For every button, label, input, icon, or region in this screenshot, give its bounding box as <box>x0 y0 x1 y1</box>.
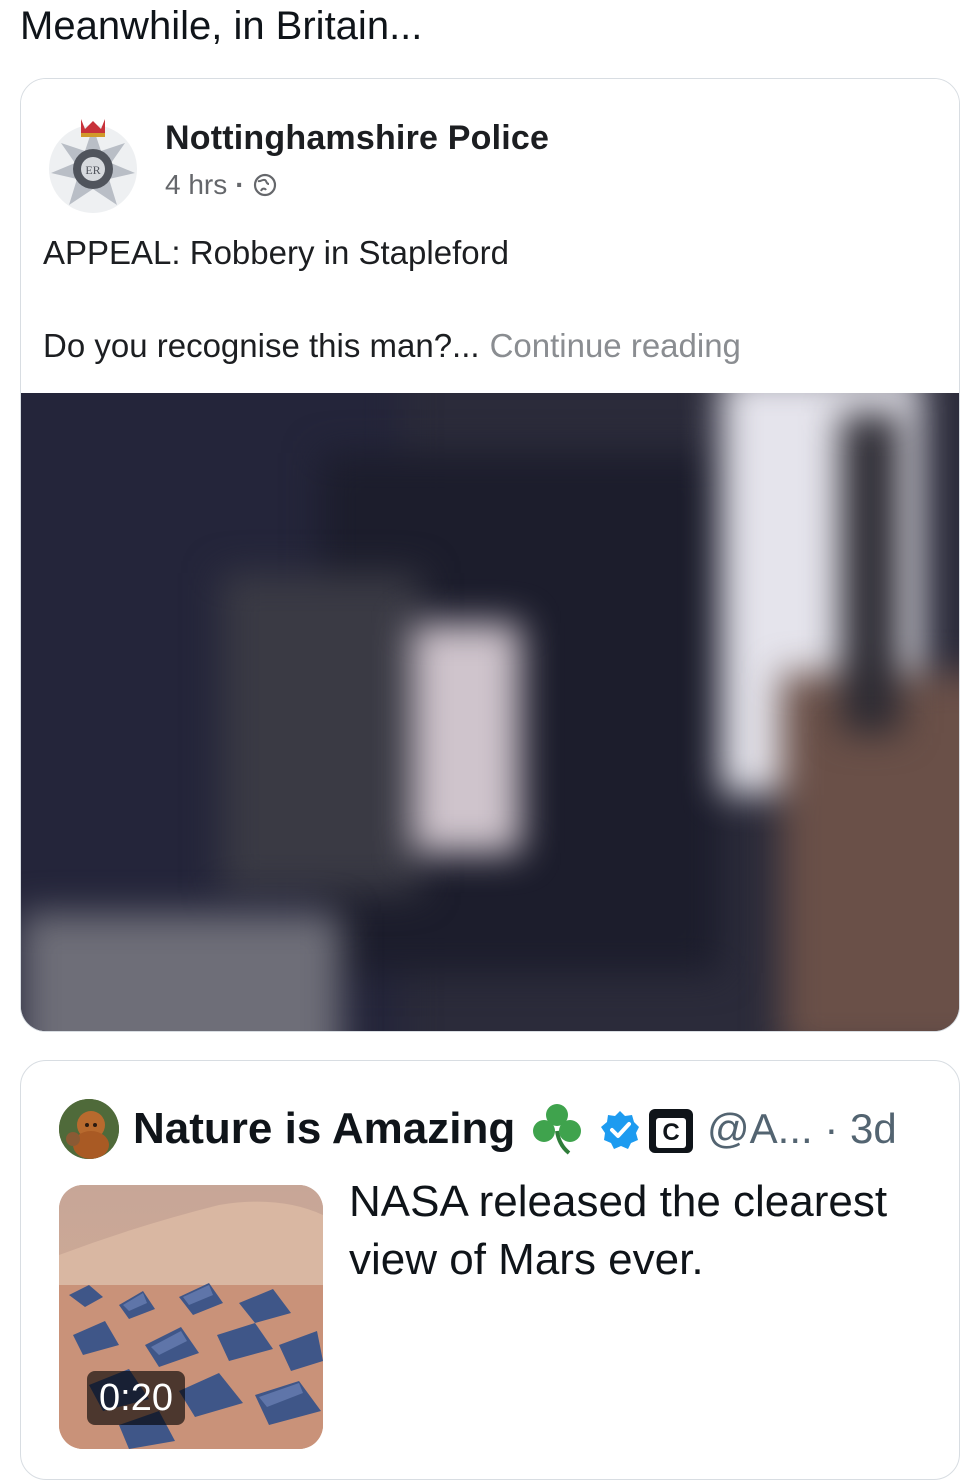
page-name[interactable]: Nottinghamshire Police <box>165 119 549 158</box>
quoted-tweet-text: NASA released the clearest view of Mars … <box>349 1177 888 1284</box>
quoted-tweet[interactable]: Nature is Amazing C @A... · 3d 0:20 NASA… <box>20 1060 960 1480</box>
police-crest-icon: ER <box>49 119 137 213</box>
avatar[interactable] <box>59 1099 119 1159</box>
continue-reading-link[interactable]: Continue reading <box>490 327 741 364</box>
globe-icon <box>253 173 276 197</box>
affiliate-badge-icon[interactable]: C <box>649 1109 693 1153</box>
svg-text:ER: ER <box>85 163 100 177</box>
post-body: Do you recognise this man?... Continue re… <box>43 327 741 365</box>
post-body-text: Do you recognise this man?... <box>43 327 480 364</box>
shamrock-icon <box>533 1104 581 1155</box>
meta-separator: · <box>235 169 245 200</box>
facebook-post-header: ER Nottinghamshire Police 4 hrs · APPEAL… <box>21 79 959 393</box>
verified-badge-icon[interactable] <box>599 1109 641 1151</box>
post-headline: APPEAL: Robbery in Stapleford <box>43 234 509 271</box>
post-meta: 4 hrs · <box>165 169 277 201</box>
video-thumbnail[interactable]: 0:20 <box>59 1185 323 1449</box>
handle-and-time[interactable]: @A... · 3d <box>707 1101 897 1157</box>
affiliate-badge-letter: C <box>656 1118 686 1148</box>
tweet-text: Meanwhile, in Britain... <box>20 4 423 48</box>
display-name[interactable]: Nature is Amazing <box>133 1101 515 1157</box>
post-photo[interactable] <box>21 393 959 1031</box>
facebook-post-screenshot[interactable]: ER Nottinghamshire Police 4 hrs · APPEAL… <box>20 78 960 1032</box>
post-time: 4 hrs <box>165 169 228 200</box>
video-duration: 0:20 <box>87 1371 185 1425</box>
orangutan-avatar-image <box>59 1099 119 1159</box>
